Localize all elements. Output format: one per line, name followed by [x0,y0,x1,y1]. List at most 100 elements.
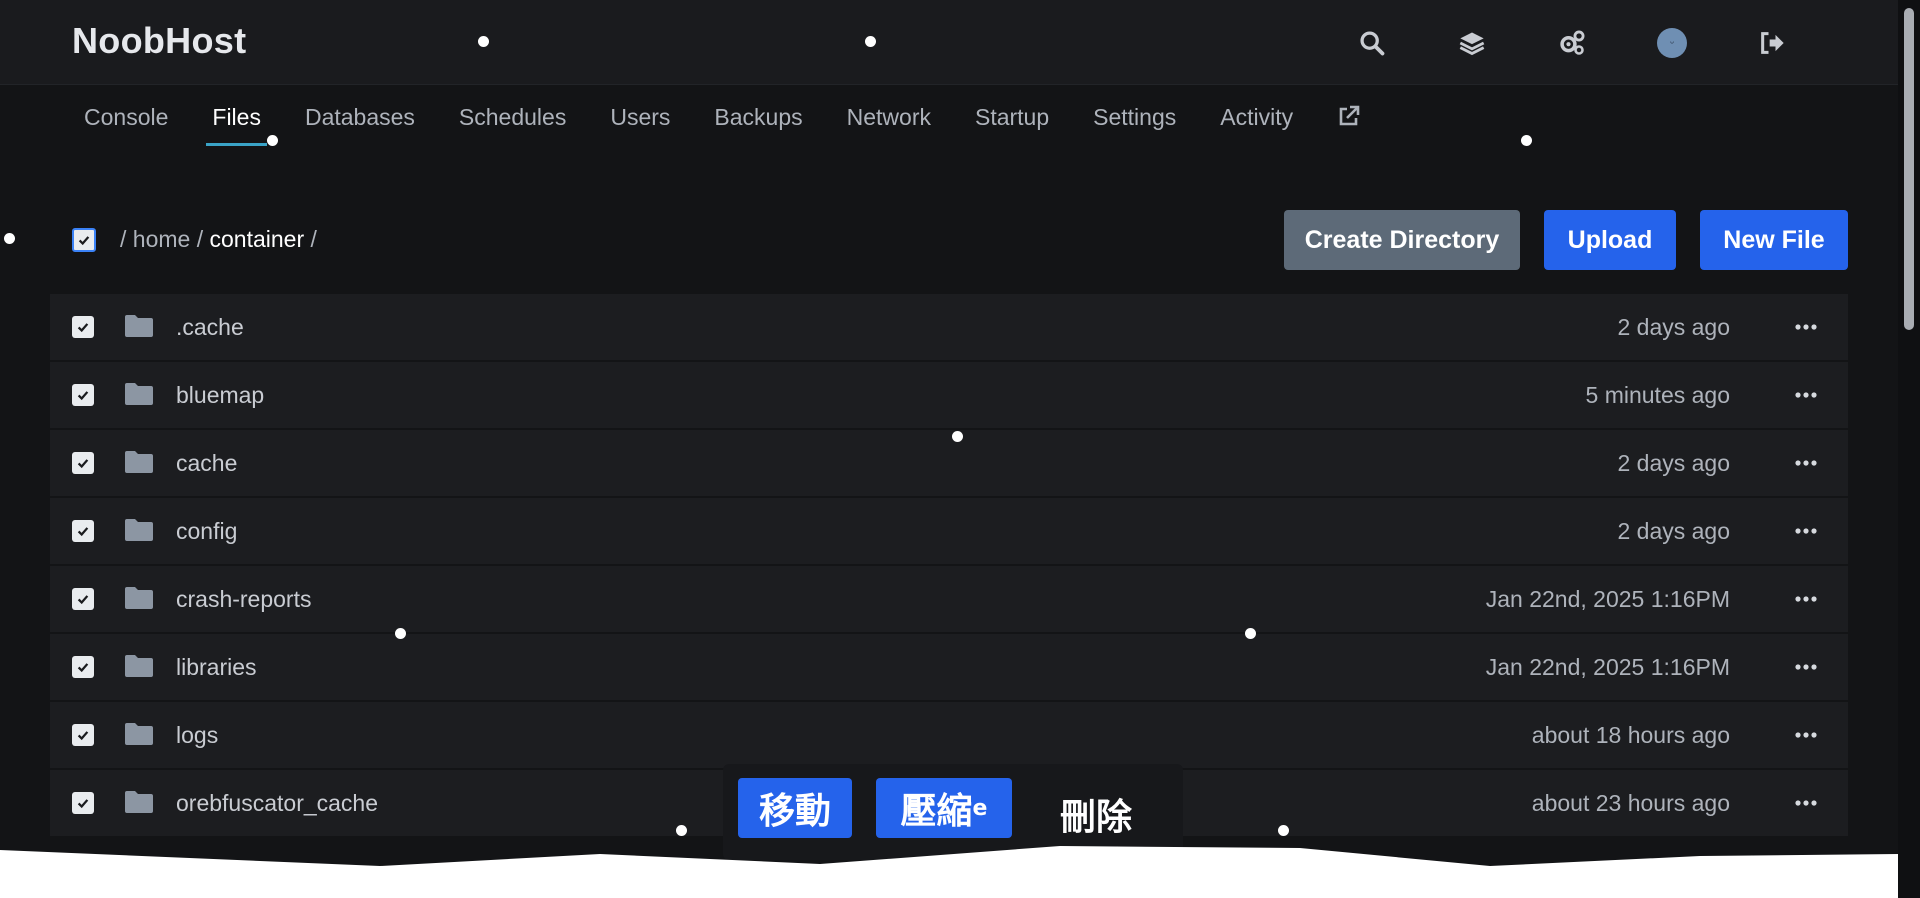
folder-icon [124,382,154,411]
more-actions-icon[interactable] [1786,652,1826,682]
marker-dot [676,825,687,836]
check-icon [77,459,89,469]
file-modified: about 18 hours ago [1531,721,1730,748]
check-icon [77,731,89,741]
tab-startup[interactable]: Startup [953,84,1071,150]
breadcrumb-sep: / [120,226,127,252]
marker-dot [865,36,876,47]
row-checkbox[interactable] [72,520,94,542]
file-list: .cache 2 days ago bluemap 5 minutes ago cach… [50,294,1848,838]
more-actions-icon[interactable] [1786,720,1826,750]
row-checkbox[interactable] [72,588,94,610]
file-modified: 2 days ago [1617,449,1730,476]
more-actions-icon[interactable] [1786,788,1826,818]
row-checkbox[interactable] [72,384,94,406]
folder-icon [124,722,154,751]
file-name[interactable]: config [176,518,237,545]
row-checkbox[interactable] [72,792,94,814]
breadcrumb-sep: / [196,226,204,252]
tab-users[interactable]: Users [588,84,692,150]
folder-icon [124,790,154,819]
marker-dot [267,135,278,146]
delete-button[interactable]: 刪除 [1041,784,1151,844]
check-icon [77,527,89,537]
marker-dot [4,233,15,244]
tab-network[interactable]: Network [825,84,953,150]
row-checkbox[interactable] [72,656,94,678]
archive-label: 壓縮 [900,791,973,832]
tab-backups[interactable]: Backups [692,84,824,150]
select-all-checkbox[interactable] [72,228,96,252]
new-file-button[interactable]: New File [1700,210,1848,270]
tab-console[interactable]: Console [62,84,190,150]
file-modified: about 23 hours ago [1531,789,1730,816]
file-name[interactable]: crash-reports [176,586,311,613]
file-row[interactable]: libraries Jan 22nd, 2025 1:16PM [50,634,1848,700]
top-icon-group: ᵕ [1322,22,1822,64]
folder-icon [124,586,154,615]
file-toolbar: / home / container / Create Directory Up… [72,210,1850,272]
folder-icon [124,314,154,343]
file-row[interactable]: bluemap 5 minutes ago [50,362,1848,428]
marker-dot [1245,628,1256,639]
folder-icon [124,654,154,683]
create-directory-button[interactable]: Create Directory [1284,210,1520,270]
check-icon [77,663,89,673]
external-link-icon[interactable] [1315,84,1383,150]
archive-button[interactable]: 壓縮 e [876,778,1012,838]
file-row[interactable]: config 2 days ago [50,498,1848,564]
marker-dot [478,36,489,47]
archive-label-suffix: e [972,795,988,821]
check-icon [77,391,89,401]
file-name[interactable]: cache [176,450,237,477]
more-actions-icon[interactable] [1786,312,1826,342]
scrollbar-thumb[interactable] [1904,8,1914,330]
brand-title[interactable]: NoobHost [72,20,246,62]
file-modified: 2 days ago [1617,313,1730,340]
cogs-icon[interactable] [1522,22,1622,64]
file-modified: 2 days ago [1617,517,1730,544]
file-modified: 5 minutes ago [1585,381,1730,408]
marker-dot [952,431,963,442]
breadcrumb-home[interactable]: home [133,226,191,252]
tab-activity[interactable]: Activity [1198,84,1315,150]
layers-icon[interactable] [1422,22,1522,64]
file-name[interactable]: libraries [176,654,257,681]
breadcrumb-sep: / [310,226,317,252]
more-actions-icon[interactable] [1786,380,1826,410]
row-checkbox[interactable] [72,452,94,474]
tab-databases[interactable]: Databases [283,84,437,150]
file-modified: Jan 22nd, 2025 1:16PM [1485,653,1730,680]
upload-button[interactable]: Upload [1544,210,1676,270]
breadcrumb-current: container [209,226,305,252]
file-row[interactable]: cache 2 days ago [50,430,1848,496]
file-modified: Jan 22nd, 2025 1:16PM [1485,585,1730,612]
folder-icon [124,518,154,547]
sign-out-icon[interactable] [1722,22,1822,64]
search-icon[interactable] [1322,22,1422,64]
server-tabs: Console Files Databases Schedules Users … [62,84,1862,156]
file-name[interactable]: logs [176,722,218,749]
move-button[interactable]: 移動 [738,778,852,838]
page-scrollbar[interactable] [1898,0,1920,898]
file-row[interactable]: .cache 2 days ago [50,294,1848,360]
check-icon [77,799,89,809]
torn-edge [0,846,1920,898]
row-checkbox[interactable] [72,316,94,338]
more-actions-icon[interactable] [1786,448,1826,478]
file-row[interactable]: logs about 18 hours ago [50,702,1848,768]
avatar-button[interactable]: ᵕ [1622,22,1722,64]
avatar: ᵕ [1657,28,1687,58]
file-name[interactable]: bluemap [176,382,264,409]
tab-settings[interactable]: Settings [1071,84,1198,150]
more-actions-icon[interactable] [1786,516,1826,546]
breadcrumb: / home / container / [120,226,317,253]
tab-schedules[interactable]: Schedules [437,84,588,150]
check-icon [77,323,89,333]
check-icon [77,595,89,605]
more-actions-icon[interactable] [1786,584,1826,614]
file-name[interactable]: .cache [176,314,244,341]
file-name[interactable]: orebfuscator_cache [176,790,378,817]
file-row[interactable]: crash-reports Jan 22nd, 2025 1:16PM [50,566,1848,632]
row-checkbox[interactable] [72,724,94,746]
